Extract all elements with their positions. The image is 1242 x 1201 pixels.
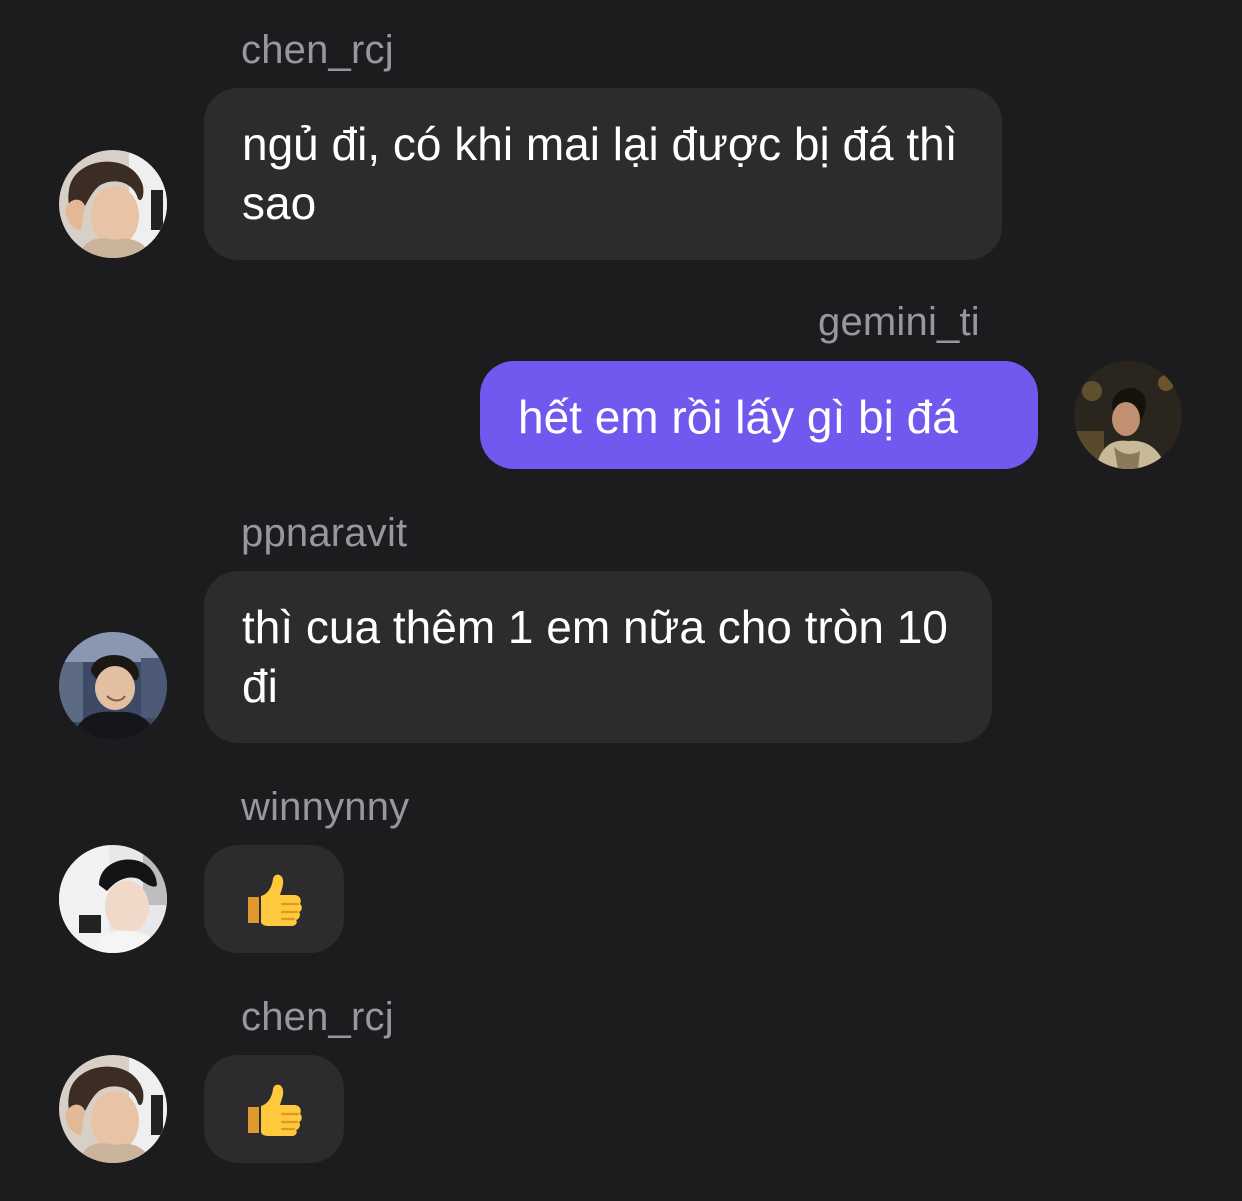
message-username[interactable]: winnynny	[241, 783, 409, 831]
message-username[interactable]: chen_rcj	[241, 26, 394, 74]
thumbs-up-icon	[242, 867, 306, 931]
avatar[interactable]	[59, 845, 167, 953]
avatar[interactable]	[1074, 361, 1182, 469]
message-text: ngủ đi, có khi mai lại được bị đá thì sa…	[242, 118, 958, 229]
message-bubble[interactable]	[204, 1055, 344, 1163]
avatar-photo-icon	[59, 150, 167, 258]
chat-thread: chen_rcj ngủ đi, có khi mai lại được bị …	[0, 0, 1242, 1201]
avatar[interactable]	[59, 632, 167, 740]
message-bubble[interactable]	[204, 845, 344, 953]
message-text: thì cua thêm 1 em nữa cho tròn 10 đi	[242, 601, 948, 712]
avatar-photo-icon	[59, 1055, 167, 1163]
message-username[interactable]: chen_rcj	[241, 993, 394, 1041]
message-bubble[interactable]: thì cua thêm 1 em nữa cho tròn 10 đi	[204, 571, 992, 743]
thumbs-up-icon	[242, 1077, 306, 1141]
message-text: hết em rồi lấy gì bị đá	[518, 391, 958, 443]
message-username[interactable]: ppnaravit	[241, 509, 407, 557]
message-bubble[interactable]: hết em rồi lấy gì bị đá	[480, 361, 1038, 469]
avatar-photo-icon	[59, 845, 167, 953]
avatar[interactable]	[59, 150, 167, 258]
message-username[interactable]: gemini_ti	[818, 298, 980, 346]
avatar-photo-icon	[1074, 361, 1182, 469]
avatar[interactable]	[59, 1055, 167, 1163]
message-bubble[interactable]: ngủ đi, có khi mai lại được bị đá thì sa…	[204, 88, 1002, 260]
avatar-photo-icon	[59, 632, 167, 740]
